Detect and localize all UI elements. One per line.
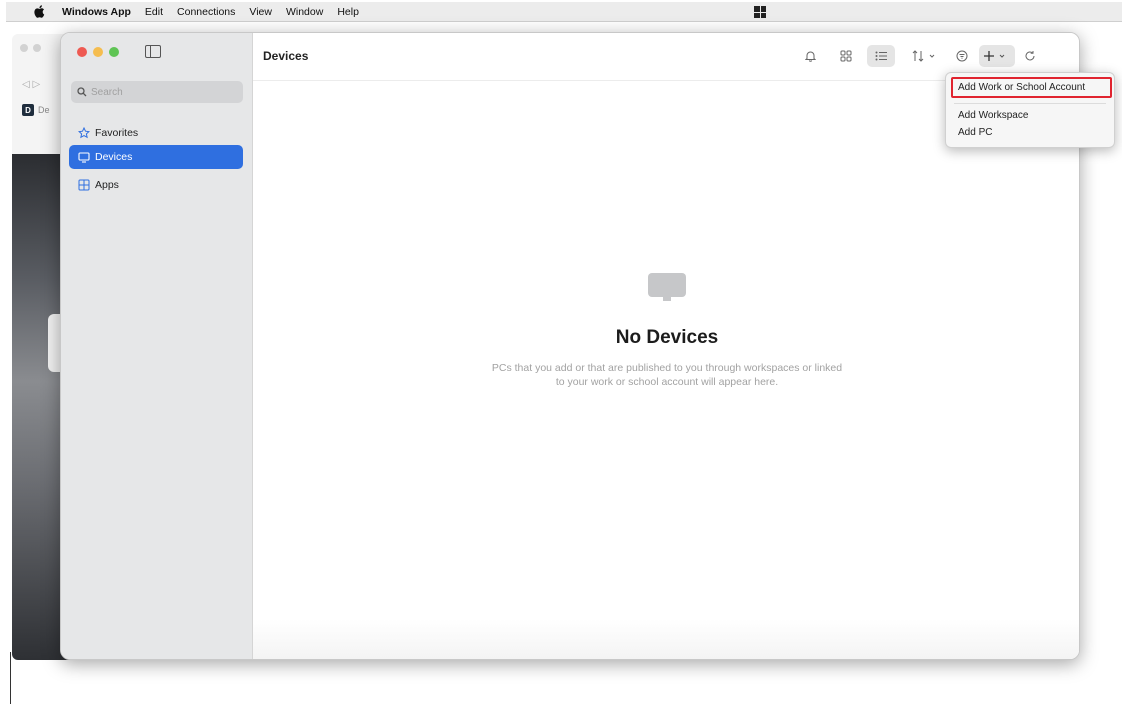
sidebar-item-favorites[interactable]: Favorites bbox=[69, 121, 243, 145]
minimize-window-button[interactable] bbox=[93, 47, 103, 57]
apps-grid-icon bbox=[77, 178, 91, 192]
empty-state-description: PCs that you add or that are published t… bbox=[491, 362, 843, 388]
sidebar-item-devices[interactable]: Devices bbox=[69, 145, 243, 169]
menu-window[interactable]: Window bbox=[286, 6, 323, 18]
menu-bar: Windows App Edit Connections View Window… bbox=[6, 2, 1122, 22]
search-input[interactable] bbox=[91, 86, 231, 98]
page-title: Devices bbox=[263, 49, 309, 63]
search-icon bbox=[77, 87, 87, 97]
background-window-controls bbox=[20, 44, 41, 52]
windows-logo-icon bbox=[754, 6, 766, 18]
refresh-icon[interactable] bbox=[1021, 45, 1039, 67]
menu-separator bbox=[954, 103, 1106, 104]
sidebar: Favorites Devices Apps bbox=[61, 33, 253, 659]
sidebar-item-apps[interactable]: Apps bbox=[69, 173, 243, 197]
browser-tab-title: De bbox=[38, 105, 50, 115]
star-icon bbox=[77, 126, 91, 140]
search-field[interactable] bbox=[71, 81, 243, 103]
empty-state-heading: No Devices bbox=[615, 327, 719, 348]
frame-line bbox=[10, 652, 11, 704]
window-traffic-lights bbox=[77, 47, 119, 57]
grid-view-icon[interactable] bbox=[837, 45, 855, 67]
windows-app-window: Favorites Devices Apps Devices bbox=[60, 32, 1080, 660]
menu-edit[interactable]: Edit bbox=[145, 6, 163, 18]
empty-state: No Devices PCs that you add or that are … bbox=[253, 273, 1079, 389]
bell-icon[interactable] bbox=[801, 45, 819, 67]
apple-logo-icon[interactable] bbox=[32, 5, 46, 18]
add-dropdown-menu: Add Work or School Account Add Workspace… bbox=[945, 72, 1115, 148]
menu-connections[interactable]: Connections bbox=[177, 6, 235, 18]
monitor-icon bbox=[77, 150, 91, 164]
menu-app-name[interactable]: Windows App bbox=[62, 6, 131, 18]
monitor-icon bbox=[648, 273, 686, 301]
add-icon[interactable] bbox=[979, 45, 1015, 67]
sidebar-toggle-icon[interactable] bbox=[145, 45, 161, 58]
sidebar-item-label: Apps bbox=[95, 179, 119, 191]
menu-help[interactable]: Help bbox=[337, 6, 359, 18]
menu-item-add-work-or-school-account[interactable]: Add Work or School Account bbox=[958, 82, 1085, 93]
menu-item-add-pc[interactable]: Add PC bbox=[958, 127, 992, 138]
filter-icon[interactable] bbox=[953, 45, 971, 67]
close-window-button[interactable] bbox=[77, 47, 87, 57]
list-view-icon[interactable] bbox=[867, 45, 895, 67]
sidebar-item-label: Devices bbox=[95, 151, 133, 163]
menu-view[interactable]: View bbox=[249, 6, 272, 18]
back-arrow-icon: ◁ ▷ bbox=[22, 79, 41, 90]
menu-item-add-workspace[interactable]: Add Workspace bbox=[958, 110, 1028, 121]
zoom-window-button[interactable] bbox=[109, 47, 119, 57]
sort-icon[interactable] bbox=[909, 45, 943, 67]
sidebar-item-label: Favorites bbox=[95, 127, 139, 139]
browser-tab-favicon: D bbox=[22, 104, 34, 116]
bottom-fade bbox=[253, 619, 1079, 659]
